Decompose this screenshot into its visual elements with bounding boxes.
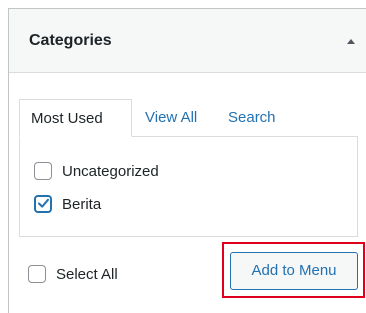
berita-checkbox[interactable] [34, 195, 52, 213]
caret-up-icon[interactable] [347, 39, 355, 44]
category-list: Uncategorized Berita [19, 136, 358, 237]
category-tabs: Most Used View All Search [19, 99, 358, 137]
tab-search[interactable]: Search [228, 99, 276, 137]
tab-view-all[interactable]: View All [145, 99, 197, 137]
category-label: Uncategorized [62, 163, 159, 180]
select-all-checkbox[interactable] [28, 265, 46, 283]
panel-header[interactable]: Categories [9, 9, 366, 73]
panel-title: Categories [29, 32, 112, 49]
category-label: Berita [62, 196, 102, 213]
uncategorized-checkbox[interactable] [34, 162, 52, 180]
tab-most-used[interactable]: Most Used [19, 99, 132, 137]
checkmark-icon [38, 198, 49, 208]
add-to-menu-button[interactable]: Add to Menu [230, 252, 358, 290]
select-all-label: Select All [56, 266, 118, 283]
